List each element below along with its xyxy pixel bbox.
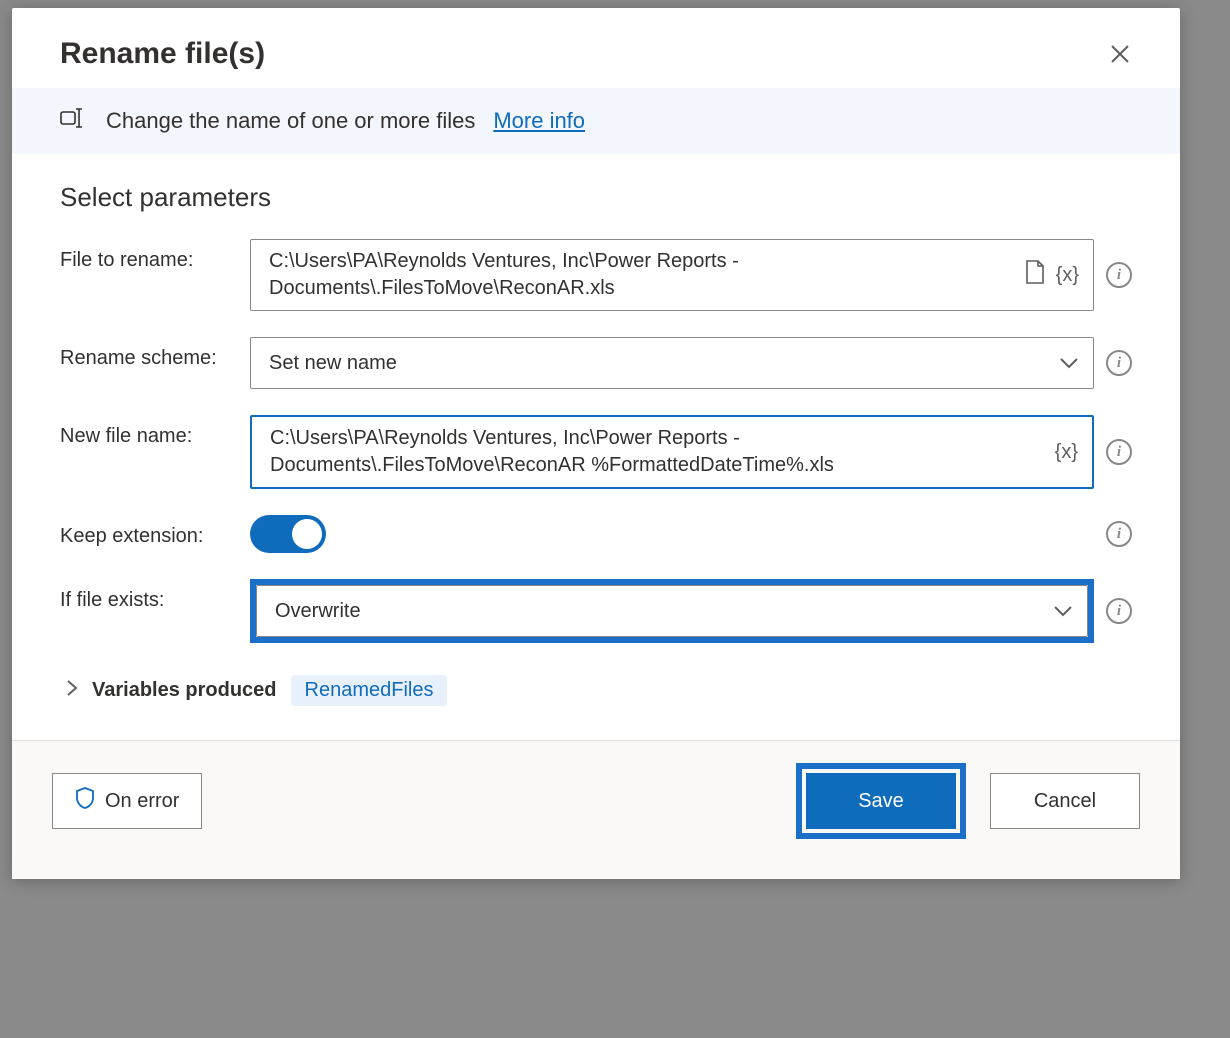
input-new-file-name[interactable]: C:\Users\PA\Reynolds Ventures, Inc\Power…: [250, 415, 1094, 489]
select-if-file-exists[interactable]: Overwrite: [256, 585, 1088, 637]
chevron-down-icon: [1059, 352, 1079, 375]
variable-picker-icon[interactable]: {x}: [1055, 441, 1078, 464]
save-button[interactable]: Save: [806, 773, 956, 829]
label-if-file-exists: If file exists:: [60, 579, 250, 612]
chevron-right-icon: [66, 679, 78, 702]
dialog-footer: On error Save Cancel: [12, 740, 1180, 879]
variables-produced-row[interactable]: Variables produced RenamedFiles: [60, 669, 1132, 730]
dialog-title: Rename file(s): [60, 37, 265, 71]
file-picker-icon[interactable]: [1024, 259, 1046, 291]
info-icon[interactable]: i: [1106, 350, 1132, 376]
field-if-file-exists: If file exists: Overwrite i: [60, 579, 1132, 643]
label-rename-scheme: Rename scheme:: [60, 337, 250, 370]
variable-picker-icon[interactable]: {x}: [1056, 264, 1079, 287]
label-keep-extension: Keep extension:: [60, 515, 250, 548]
parameters-section: Select parameters File to rename: C:\Use…: [12, 154, 1180, 740]
info-banner: Change the name of one or more files Mor…: [12, 88, 1180, 154]
field-keep-extension: Keep extension: i: [60, 515, 1132, 553]
on-error-button[interactable]: On error: [52, 773, 202, 829]
toggle-keep-extension[interactable]: [250, 515, 326, 553]
cancel-label: Cancel: [1034, 790, 1096, 813]
variable-chip-renamedfiles[interactable]: RenamedFiles: [291, 675, 448, 706]
dialog-header: Rename file(s): [12, 8, 1180, 88]
chevron-down-icon: [1053, 600, 1073, 623]
field-rename-scheme: Rename scheme: Set new name i: [60, 337, 1132, 389]
value-rename-scheme: Set new name: [269, 352, 397, 375]
highlight-if-file-exists: Overwrite: [250, 579, 1094, 643]
rename-files-dialog: Rename file(s) Change the name of one or…: [12, 8, 1180, 879]
info-icon[interactable]: i: [1106, 521, 1132, 547]
label-new-file-name: New file name:: [60, 415, 250, 448]
close-icon: [1109, 43, 1131, 65]
save-label: Save: [858, 790, 904, 813]
field-new-file-name: New file name: C:\Users\PA\Reynolds Vent…: [60, 415, 1132, 489]
cancel-button[interactable]: Cancel: [990, 773, 1140, 829]
value-if-file-exists: Overwrite: [275, 600, 361, 623]
on-error-label: On error: [105, 790, 179, 813]
toggle-knob: [292, 519, 322, 549]
info-icon[interactable]: i: [1106, 439, 1132, 465]
close-button[interactable]: [1100, 34, 1140, 74]
info-icon[interactable]: i: [1106, 598, 1132, 624]
rename-icon: [60, 108, 88, 134]
value-new-file-name: C:\Users\PA\Reynolds Ventures, Inc\Power…: [270, 425, 1045, 479]
shield-icon: [75, 786, 95, 816]
value-file-to-rename: C:\Users\PA\Reynolds Ventures, Inc\Power…: [269, 248, 1014, 302]
variables-produced-label: Variables produced: [92, 679, 277, 702]
more-info-link[interactable]: More info: [493, 108, 585, 134]
input-file-to-rename[interactable]: C:\Users\PA\Reynolds Ventures, Inc\Power…: [250, 239, 1094, 311]
highlight-save: Save: [796, 763, 966, 839]
banner-text: Change the name of one or more files: [106, 108, 475, 134]
section-title: Select parameters: [60, 182, 1132, 213]
info-icon[interactable]: i: [1106, 262, 1132, 288]
field-file-to-rename: File to rename: C:\Users\PA\Reynolds Ven…: [60, 239, 1132, 311]
label-file-to-rename: File to rename:: [60, 239, 250, 272]
select-rename-scheme[interactable]: Set new name: [250, 337, 1094, 389]
